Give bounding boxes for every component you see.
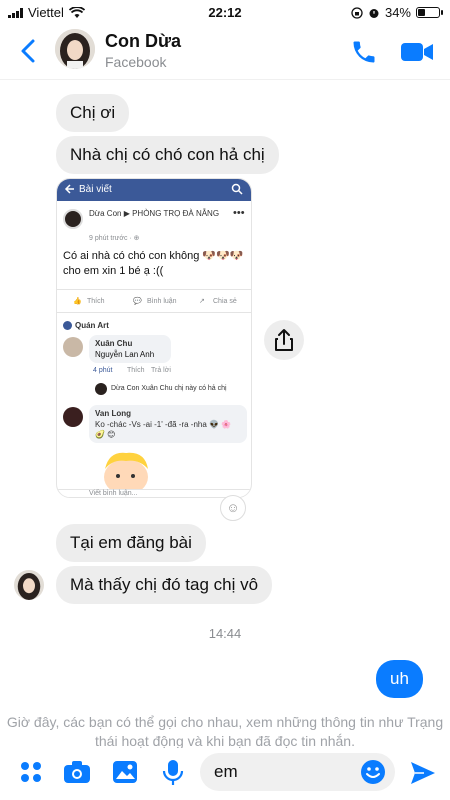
comment-text: Ko -chác -Vs -ai -1' -đã -ra -nha 👽 🌸 🥑 … (95, 420, 232, 439)
message-bubble-incoming[interactable]: Chị ơi (56, 94, 130, 132)
message-timestamp: 14:44 (208, 626, 242, 641)
info-notice: Giờ đây, các bạn có thể gọi cho nhau, xe… (6, 714, 444, 749)
contact-name: Con Dừa (105, 31, 182, 51)
message-bubble-incoming[interactable]: Mà thấy chị đó tag chị vô (56, 566, 273, 604)
contact-subtitle: Facebook (105, 54, 167, 70)
comment-reply: Trả lời (151, 367, 171, 374)
comment-bubble: Van Long Ko -chác -Vs -ai -1' -đã -ra -n… (89, 405, 247, 443)
microphone-icon[interactable] (158, 757, 188, 787)
commenter-avatar (63, 337, 83, 357)
comment-bubble: Xuân Chu Nguyễn Lan Anh (89, 335, 171, 363)
battery-icon (416, 7, 443, 18)
avatar[interactable] (55, 29, 95, 69)
like-label: Thích (87, 298, 105, 305)
thumbs-up-icon: 👍 (73, 298, 82, 305)
fb-topbar-title: Bài viết (79, 184, 112, 195)
comment-input-bar: Viết bình luận... (57, 489, 251, 497)
send-icon[interactable] (408, 758, 438, 788)
group-icon (63, 321, 72, 330)
message-bubble-incoming[interactable]: Tại em đăng bài (56, 524, 206, 562)
comment-label: Bình luận (147, 298, 177, 305)
react-emoji-icon[interactable]: ☺ (220, 495, 246, 521)
message-input-value: em (214, 762, 238, 781)
lock-rotation-icon (351, 6, 363, 19)
fb-topbar: Bài viết (57, 179, 251, 201)
video-call-icon[interactable] (400, 39, 434, 65)
comment-time: 4 phút (93, 367, 113, 374)
reply-text: Dừa Con Xuân Chu chị này có hả chị (111, 385, 227, 392)
post-actions: 👍 Thích 💬 Bình luận ↗ Chia sẻ (57, 289, 251, 313)
photo-gallery-icon[interactable] (110, 757, 140, 787)
conversation-header: Con Dừa Facebook (0, 24, 450, 80)
share-label: Chia sẻ (213, 298, 237, 305)
group-tag: Quán Art (75, 321, 109, 330)
poster-avatar (63, 209, 83, 229)
commenter-name: Xuân Chu (95, 339, 133, 348)
write-comment-placeholder: Viết bình luận... (89, 490, 138, 497)
comment-like: Thích (127, 367, 145, 374)
back-arrow-icon (64, 184, 74, 194)
commenter-name: Van Long (95, 409, 131, 418)
post-time: 9 phút trước · ⊕ (89, 235, 140, 242)
back-chevron-icon[interactable] (14, 36, 44, 66)
battery-percent: 34% (384, 5, 411, 20)
message-bubble-outgoing[interactable]: uh (376, 660, 423, 698)
message-bubble-incoming[interactable]: Nhà chị có chó con hả chị (56, 136, 279, 174)
more-icon: ••• (233, 207, 245, 219)
composer: em (0, 748, 450, 800)
poster-name: Dừa Con ▶ PHÒNG TRỌ ĐÀ NẴNG (89, 209, 220, 218)
share-icon (275, 329, 293, 351)
shared-image[interactable]: Bài viết Dừa Con ▶ PHÒNG TRỌ ĐÀ NẴNG 9 p… (56, 178, 252, 498)
message-input[interactable]: em (200, 753, 395, 791)
avatar[interactable] (14, 570, 44, 600)
apps-grid-icon[interactable] (16, 757, 46, 787)
comment-text: Nguyễn Lan Anh (95, 350, 155, 359)
reply-avatar (95, 383, 107, 395)
status-right: 34% (351, 5, 443, 20)
camera-icon[interactable] (62, 757, 92, 787)
share-button[interactable] (264, 320, 304, 360)
battery-level (418, 9, 426, 16)
search-icon (231, 183, 243, 195)
commenter-avatar (63, 407, 83, 427)
comment-icon: 💬 (133, 298, 142, 305)
share-icon: ↗ (199, 298, 205, 305)
emoji-icon[interactable] (359, 758, 387, 786)
post-text: Có ai nhà có chó con không 🐶🐶🐶 cho em xi… (63, 250, 244, 277)
phone-call-icon[interactable] (350, 38, 378, 66)
alarm-icon (369, 8, 379, 18)
status-bar: Viettel 22:12 34% (0, 0, 450, 24)
baby-sticker-icon (104, 452, 148, 491)
